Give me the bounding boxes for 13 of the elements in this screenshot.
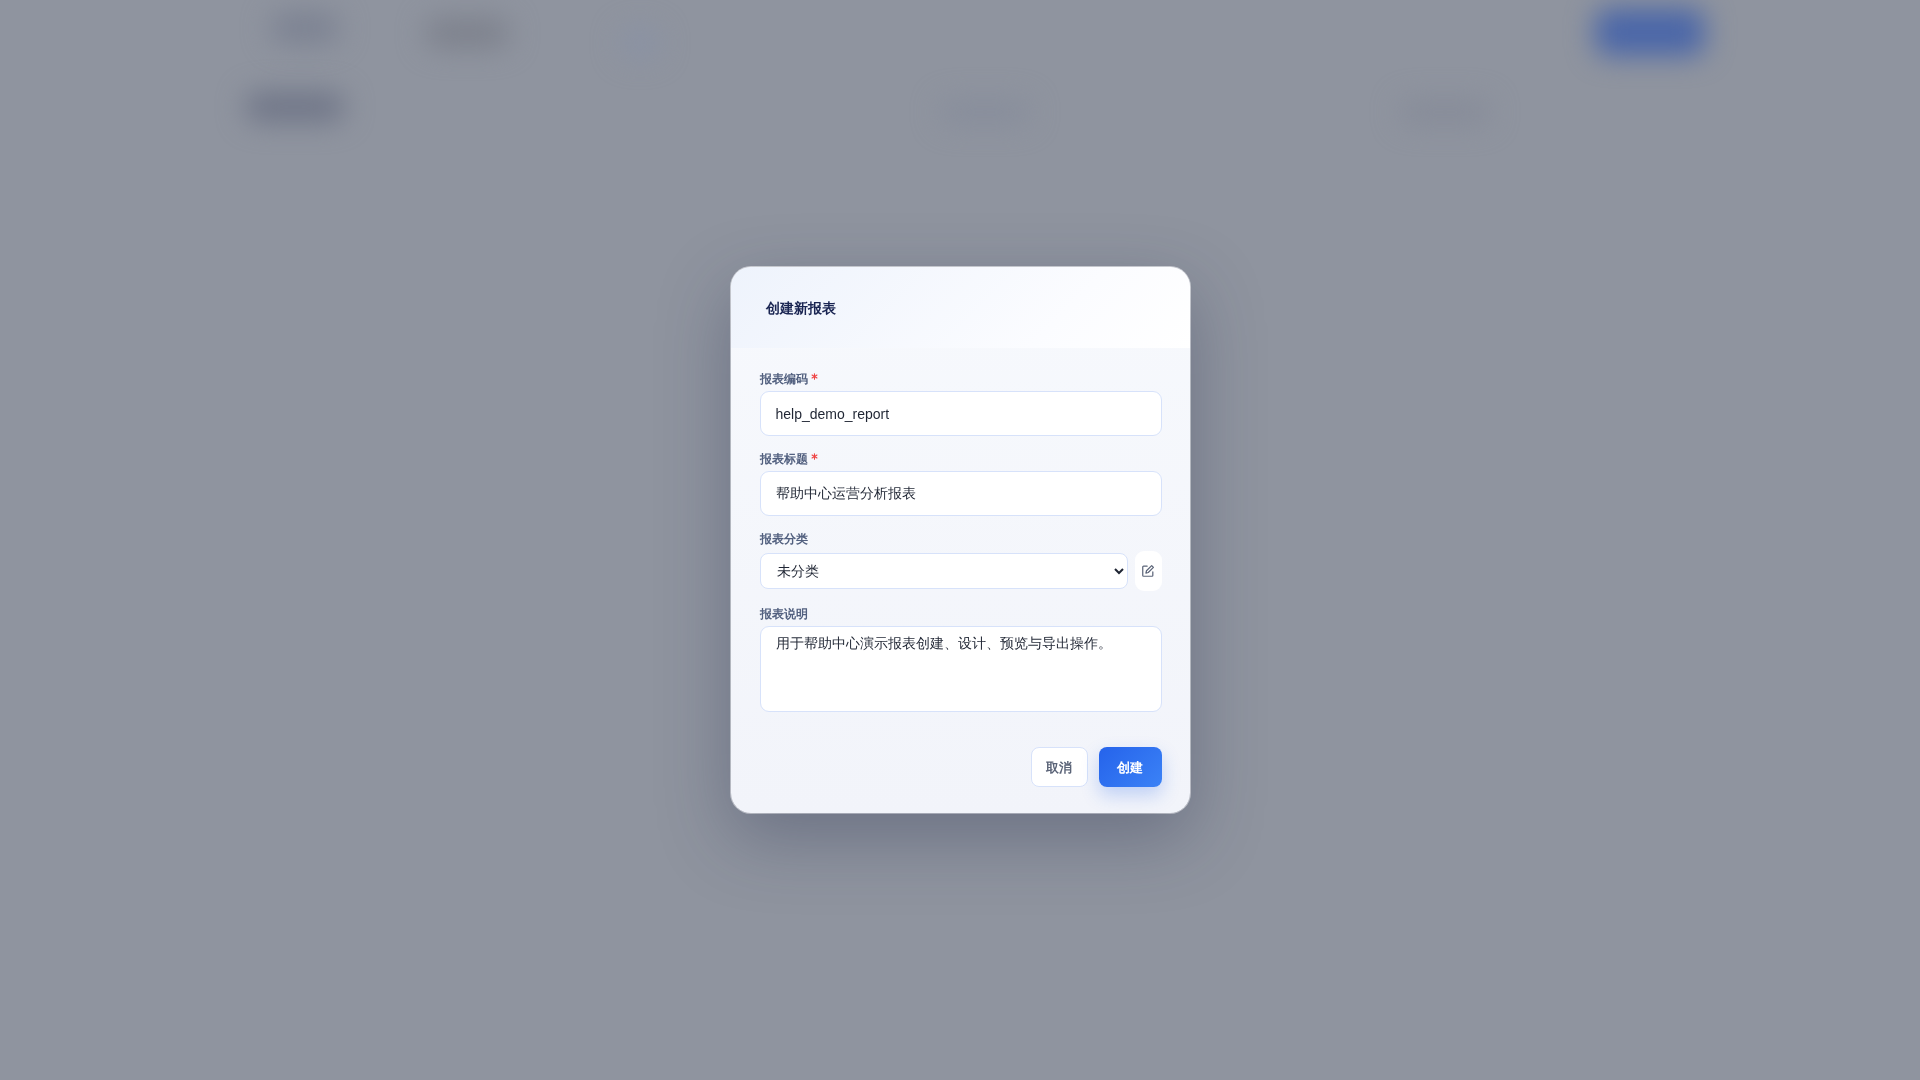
cancel-button[interactable]: 取消: [1030, 747, 1088, 787]
category-select[interactable]: 未分类: [759, 553, 1128, 589]
create-button[interactable]: 创建: [1098, 747, 1162, 787]
text-input[interactable]: 帮助中心运营分析报表: [759, 471, 1162, 516]
edit-category-button[interactable]: [1134, 551, 1162, 591]
description-textarea[interactable]: 用于帮助中心演示报表创建、设计、预览与导出操作。: [759, 626, 1162, 712]
field-label: 报表分类: [759, 531, 808, 547]
field-label: 报表标题: [759, 451, 808, 467]
text-input[interactable]: help_demo_report: [759, 391, 1162, 436]
field-label: 报表编码: [759, 371, 808, 387]
field-label: 报表说明: [759, 606, 808, 622]
dialog-title: 创建新报表: [765, 298, 836, 317]
edit-icon: [1141, 564, 1155, 578]
